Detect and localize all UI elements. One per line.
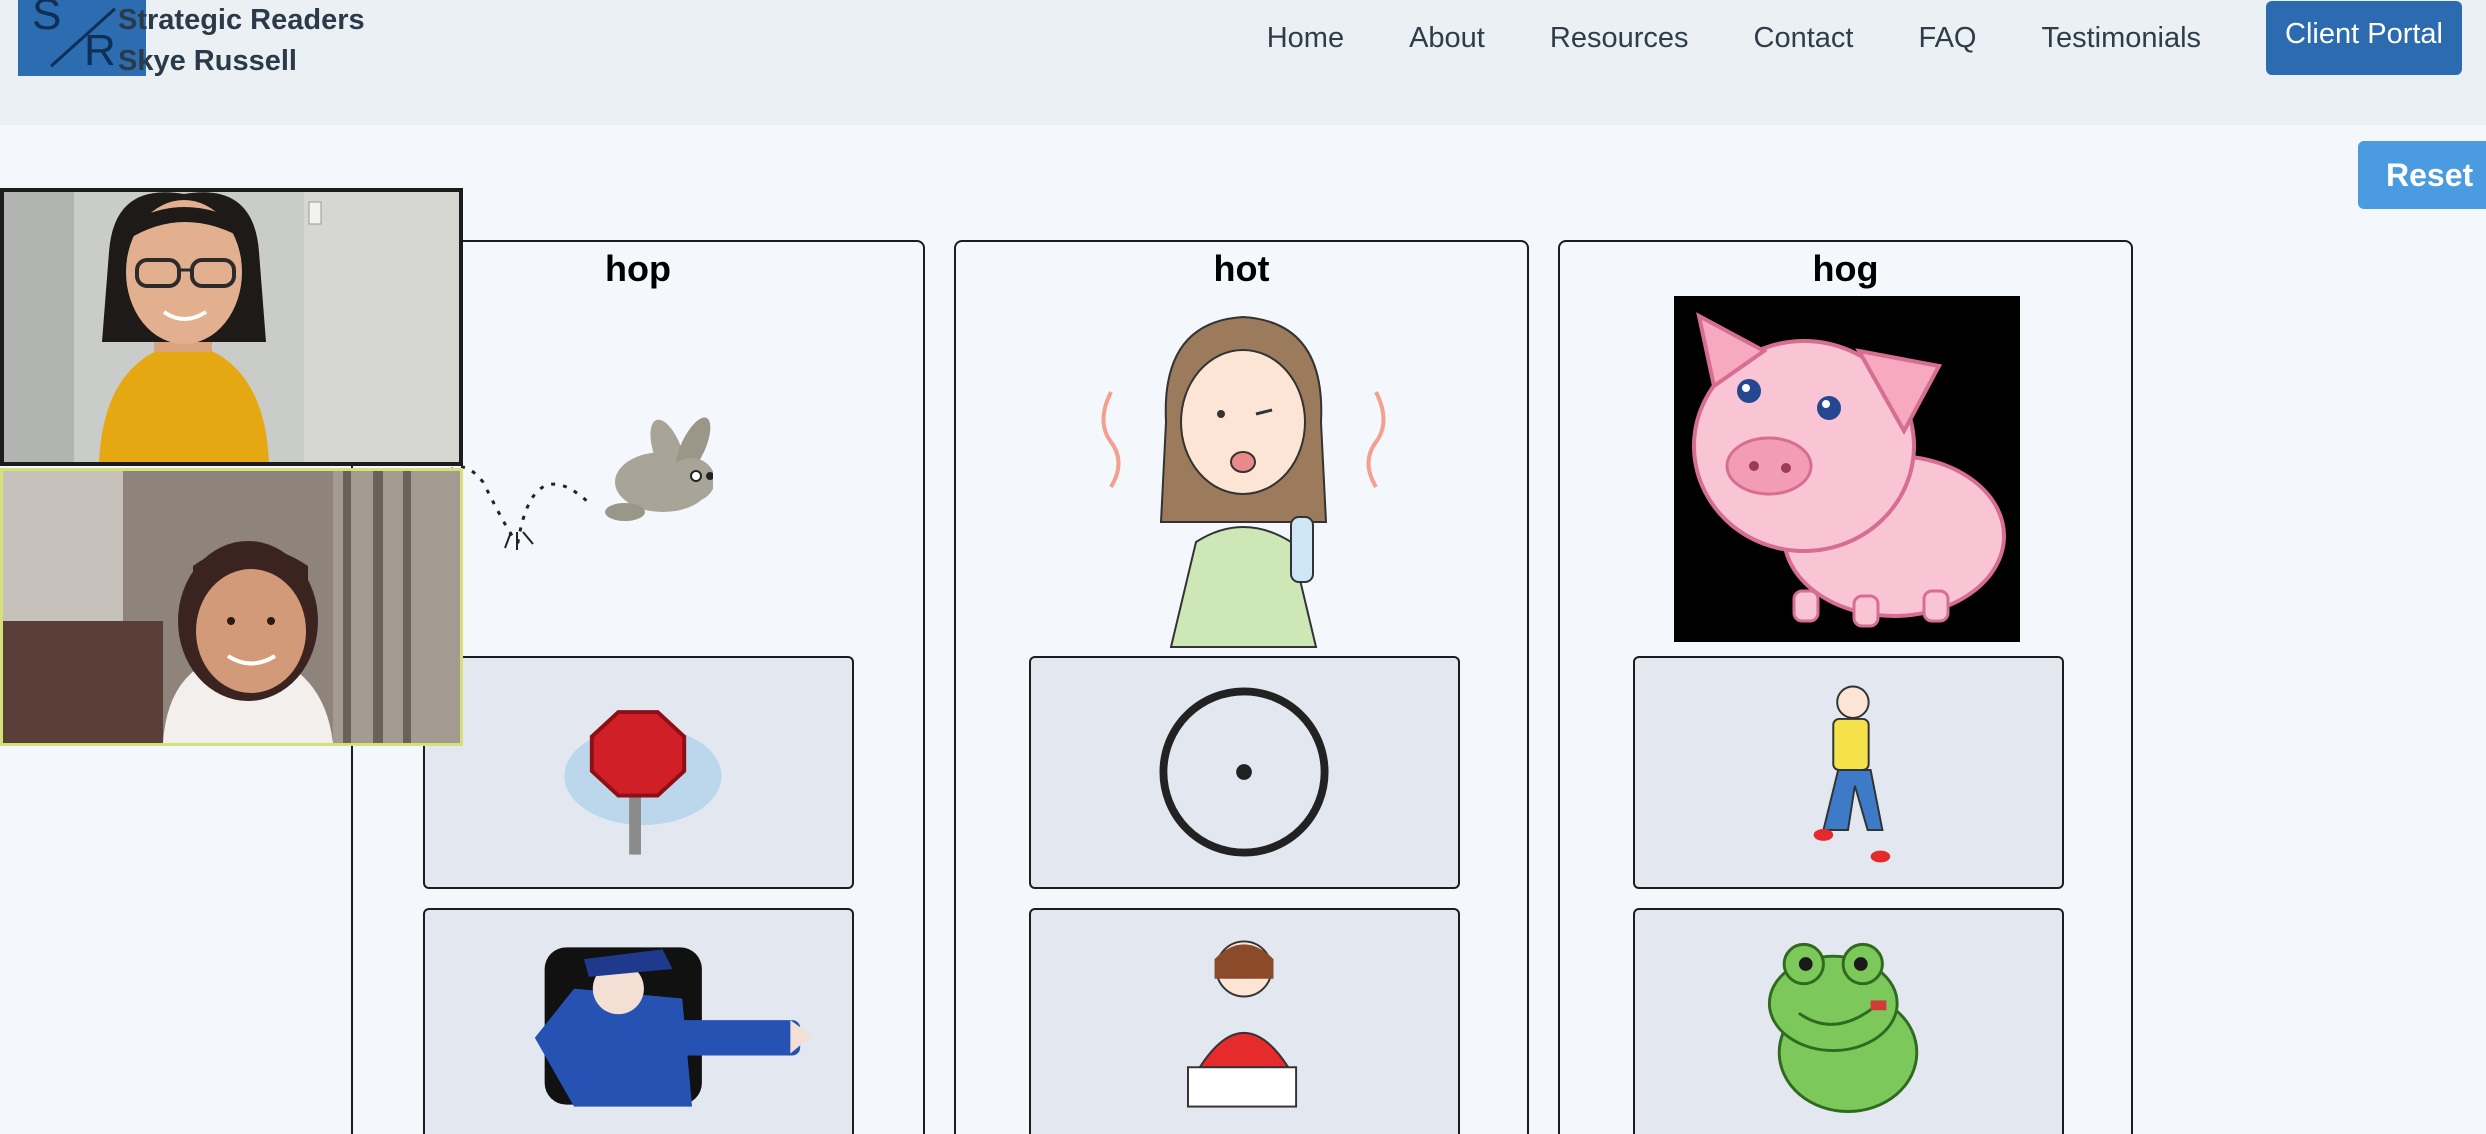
nav-testimonials[interactable]: Testimonials — [2041, 22, 2201, 55]
student-video-feed — [3, 471, 460, 743]
brand-name[interactable]: Strategic Readers Skye Russell — [118, 0, 365, 82]
hot-girl-image[interactable] — [1086, 302, 1401, 652]
logo-letter-r: R — [84, 26, 116, 75]
main-nav: Home About Resources Contact FAQ Testimo… — [1267, 0, 2486, 76]
pig-image[interactable] — [1674, 296, 2020, 642]
jogging-man-icon — [1813, 685, 1891, 863]
nav-about[interactable]: About — [1409, 22, 1485, 55]
word-column-hog: hog — [1558, 240, 2133, 1134]
nav-resources[interactable]: Resources — [1550, 22, 1689, 55]
student-video-tile[interactable] — [0, 468, 463, 746]
column-word: hog — [1812, 248, 1879, 289]
brand-title: Strategic Readers — [118, 4, 365, 36]
tutor-video-tile[interactable] — [0, 188, 463, 466]
police-officer-icon — [534, 947, 812, 1107]
reset-button[interactable]: Reset — [2358, 141, 2486, 209]
client-portal-button[interactable]: Client Portal — [2266, 1, 2462, 75]
site-header: S R Strategic Readers Skye Russell Home … — [0, 0, 2486, 125]
nav-contact[interactable]: Contact — [1754, 22, 1854, 55]
brand-owner: Skye Russell — [118, 45, 297, 77]
picture-card-jogging-man[interactable] — [1633, 656, 2064, 889]
picture-card-stop-sign[interactable] — [423, 656, 854, 889]
stop-sign-icon — [564, 710, 722, 855]
word-column-hot: hot — [954, 240, 1529, 1134]
writing-girl-icon — [1187, 940, 1298, 1108]
column-word: hot — [1213, 248, 1270, 289]
tutor-video-feed — [4, 192, 459, 462]
picture-card-writing-girl[interactable] — [1029, 908, 1460, 1134]
picture-card-frog[interactable] — [1633, 908, 2064, 1134]
picture-card-dot[interactable] — [1029, 656, 1460, 889]
nav-faq[interactable]: FAQ — [1918, 22, 1976, 55]
frog-icon — [1767, 942, 1919, 1113]
logo-letter-s: S — [32, 0, 62, 39]
dot-icon — [1159, 687, 1329, 857]
picture-card-police-officer[interactable] — [423, 908, 854, 1134]
nav-home[interactable]: Home — [1267, 22, 1344, 55]
